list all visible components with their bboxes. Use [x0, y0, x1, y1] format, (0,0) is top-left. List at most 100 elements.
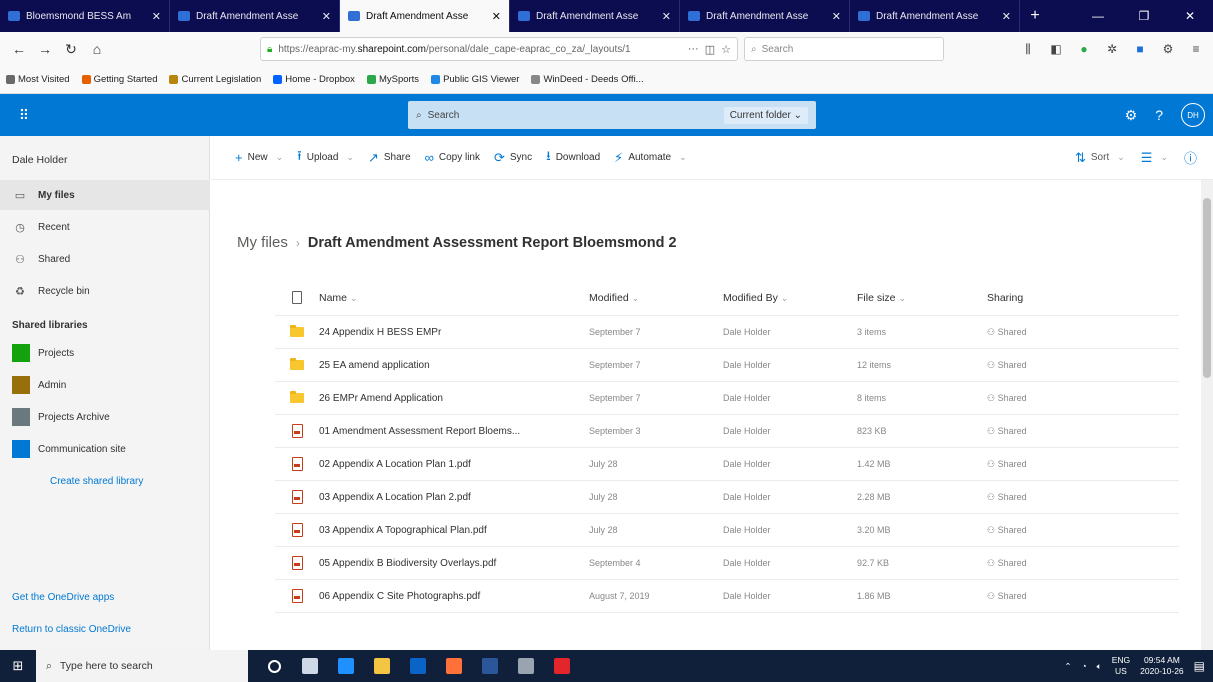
search-scope-dropdown[interactable]: Current folder ⌄ — [723, 106, 808, 124]
file-name[interactable]: 05 Appendix B Biodiversity Overlays.pdf — [319, 558, 589, 569]
sharing-status[interactable]: ⚇ Shared — [987, 492, 1117, 503]
nav-item-my-files[interactable]: ▭ My files — [0, 180, 210, 210]
scrollbar-thumb[interactable] — [1203, 198, 1211, 378]
sharing-status[interactable]: ⚇ Shared — [987, 360, 1117, 371]
browser-tab[interactable]: Draft Amendment Asse ✕ — [850, 0, 1020, 32]
breadcrumb-my-files[interactable]: My files — [237, 234, 288, 251]
taskbar-app-edge[interactable] — [328, 650, 364, 682]
windows-start-icon[interactable]: ⊞ — [0, 650, 36, 682]
input-language-indicator[interactable]: ENG US — [1112, 655, 1130, 677]
download-button[interactable]: ⭳ Download — [546, 147, 600, 169]
sharing-status[interactable]: ⚇ Shared — [987, 558, 1117, 569]
file-name[interactable]: 25 EA amend application — [319, 360, 589, 371]
sharing-column-header[interactable]: Sharing — [987, 292, 1117, 304]
pocket-icon[interactable]: ◫ — [705, 43, 715, 56]
bookmark-star-icon[interactable]: ☆ — [721, 43, 731, 56]
sharing-status[interactable]: ⚇ Shared — [987, 525, 1117, 536]
extension-gear-icon[interactable]: ✲ — [1101, 38, 1123, 60]
file-name[interactable]: 01 Amendment Assessment Report Bloems... — [319, 426, 589, 437]
menu-icon[interactable]: ≡ — [1185, 38, 1207, 60]
shared-library-item[interactable]: Projects — [12, 344, 74, 362]
browser-search-box[interactable]: ⌕ Search — [744, 37, 944, 61]
file-name[interactable]: 24 Appendix H BESS EMPr — [319, 327, 589, 338]
back-arrow-icon[interactable]: ← — [6, 36, 32, 62]
browser-tab[interactable]: Draft Amendment Asse ✕ — [340, 0, 510, 32]
sharing-status[interactable]: ⚇ Shared — [987, 327, 1117, 338]
taskbar-app-acrobat[interactable] — [544, 650, 580, 682]
address-bar[interactable]: 🔒︎ https://eaprac-my.sharepoint.com/pers… — [260, 37, 738, 61]
shared-library-item[interactable]: Admin — [12, 376, 66, 394]
onedrive-search-box[interactable]: ⌕ Search Current folder ⌄ — [408, 101, 816, 129]
taskbar-app-firefox[interactable] — [436, 650, 472, 682]
details-pane-button[interactable]: ⓘ — [1184, 148, 1197, 167]
bookmark-item[interactable]: MySports — [366, 74, 419, 85]
extension-blue-icon[interactable]: ■ — [1129, 38, 1151, 60]
settings-gear-icon[interactable]: ⚙ — [1125, 107, 1138, 124]
maximize-button[interactable]: ❐ — [1121, 0, 1167, 32]
browser-tab[interactable]: Bloemsmond BESS Am ✕ — [0, 0, 170, 32]
volume-icon[interactable]: 🔈︎ — [1097, 661, 1102, 672]
modified-column-header[interactable]: Modified ⌄ — [589, 292, 723, 304]
nav-item-recent[interactable]: ◷ Recent — [0, 212, 210, 242]
close-tab-icon[interactable]: ✕ — [492, 10, 501, 23]
taskbar-app-app[interactable] — [508, 650, 544, 682]
taskbar-clock[interactable]: 09:54 AM 2020-10-26 — [1140, 655, 1183, 677]
close-tab-icon[interactable]: ✕ — [322, 10, 331, 23]
nav-item-recycle-bin[interactable]: ♻ Recycle bin — [0, 276, 210, 306]
taskbar-app-cortana[interactable] — [256, 650, 292, 682]
file-size-column-header[interactable]: File size ⌄ — [857, 292, 987, 304]
close-tab-icon[interactable]: ✕ — [1002, 10, 1011, 23]
file-type-column-header[interactable] — [275, 291, 319, 304]
file-name[interactable]: 06 Appendix C Site Photographs.pdf — [319, 591, 589, 602]
table-row[interactable]: 03 Appendix A Topographical Plan.pdf July… — [275, 514, 1179, 547]
sharing-status[interactable]: ⚇ Shared — [987, 459, 1117, 470]
return-classic-onedrive-link[interactable]: Return to classic OneDrive — [12, 624, 131, 635]
sync-button[interactable]: ⟳ Sync — [494, 150, 532, 166]
minimize-button[interactable]: — — [1075, 0, 1121, 32]
bookmark-item[interactable]: Current Legislation — [169, 74, 261, 85]
new-button[interactable]: + New ⌄ — [235, 150, 283, 165]
shared-library-item[interactable]: Communication site — [12, 440, 126, 458]
table-row[interactable]: 25 EA amend application September 7 Dale H… — [275, 349, 1179, 382]
shared-library-item[interactable]: Projects Archive — [12, 408, 110, 426]
new-tab-button[interactable]: + — [1020, 0, 1050, 32]
sort-button[interactable]: ⇅ Sort ⌄ — [1075, 150, 1125, 166]
name-column-header[interactable]: Name ⌄ — [319, 292, 589, 304]
table-row[interactable]: 24 Appendix H BESS EMPr September 7 Dale H… — [275, 316, 1179, 349]
browser-tab[interactable]: Draft Amendment Asse ✕ — [510, 0, 680, 32]
customize-icon[interactable]: ⚙ — [1157, 38, 1179, 60]
app-launcher-icon[interactable]: ⠿ — [0, 94, 48, 136]
view-options-button[interactable]: ☰ ⌄ — [1141, 150, 1168, 166]
browser-tab[interactable]: Draft Amendment Asse ✕ — [680, 0, 850, 32]
bookmark-item[interactable]: WinDeed - Deeds Offi... — [531, 74, 644, 85]
file-name[interactable]: 26 EMPr Amend Application — [319, 393, 589, 404]
extension-green-icon[interactable]: ● — [1073, 38, 1095, 60]
table-row[interactable]: 05 Appendix B Biodiversity Overlays.pdf S… — [275, 547, 1179, 580]
page-actions-icon[interactable]: ··· — [688, 43, 699, 55]
taskbar-app-task-view[interactable] — [292, 650, 328, 682]
bookmark-item[interactable]: Most Visited — [6, 74, 70, 85]
home-icon[interactable]: ⌂ — [84, 36, 110, 62]
taskbar-app-word[interactable] — [472, 650, 508, 682]
get-onedrive-apps-link[interactable]: Get the OneDrive apps — [12, 592, 114, 603]
automate-button[interactable]: ⚡ Automate ⌄ — [614, 150, 687, 166]
close-tab-icon[interactable]: ✕ — [662, 10, 671, 23]
modified-by-column-header[interactable]: Modified By ⌄ — [723, 292, 857, 304]
table-row[interactable]: 06 Appendix C Site Photographs.pdf August… — [275, 580, 1179, 613]
file-name[interactable]: 03 Appendix A Location Plan 2.pdf — [319, 492, 589, 503]
table-row[interactable]: 03 Appendix A Location Plan 2.pdf July 28… — [275, 481, 1179, 514]
sharing-status[interactable]: ⚇ Shared — [987, 591, 1117, 602]
browser-tab[interactable]: Draft Amendment Asse ✕ — [170, 0, 340, 32]
upload-button[interactable]: ⭱ Upload ⌄ — [297, 147, 354, 169]
tray-overflow-icon[interactable]: ⌃ — [1064, 661, 1071, 672]
sidebar-icon[interactable]: ◧ — [1045, 38, 1067, 60]
close-window-button[interactable]: ✕ — [1167, 0, 1213, 32]
forward-arrow-icon[interactable]: → — [32, 36, 58, 62]
notifications-icon[interactable]: ▤ — [1194, 659, 1205, 673]
file-name[interactable]: 03 Appendix A Topographical Plan.pdf — [319, 525, 589, 536]
nav-item-shared[interactable]: ⚇ Shared — [0, 244, 210, 274]
taskbar-app-outlook[interactable] — [400, 650, 436, 682]
file-name[interactable]: 02 Appendix A Location Plan 1.pdf — [319, 459, 589, 470]
reload-icon[interactable]: ↻ — [58, 36, 84, 62]
sharing-status[interactable]: ⚇ Shared — [987, 393, 1117, 404]
